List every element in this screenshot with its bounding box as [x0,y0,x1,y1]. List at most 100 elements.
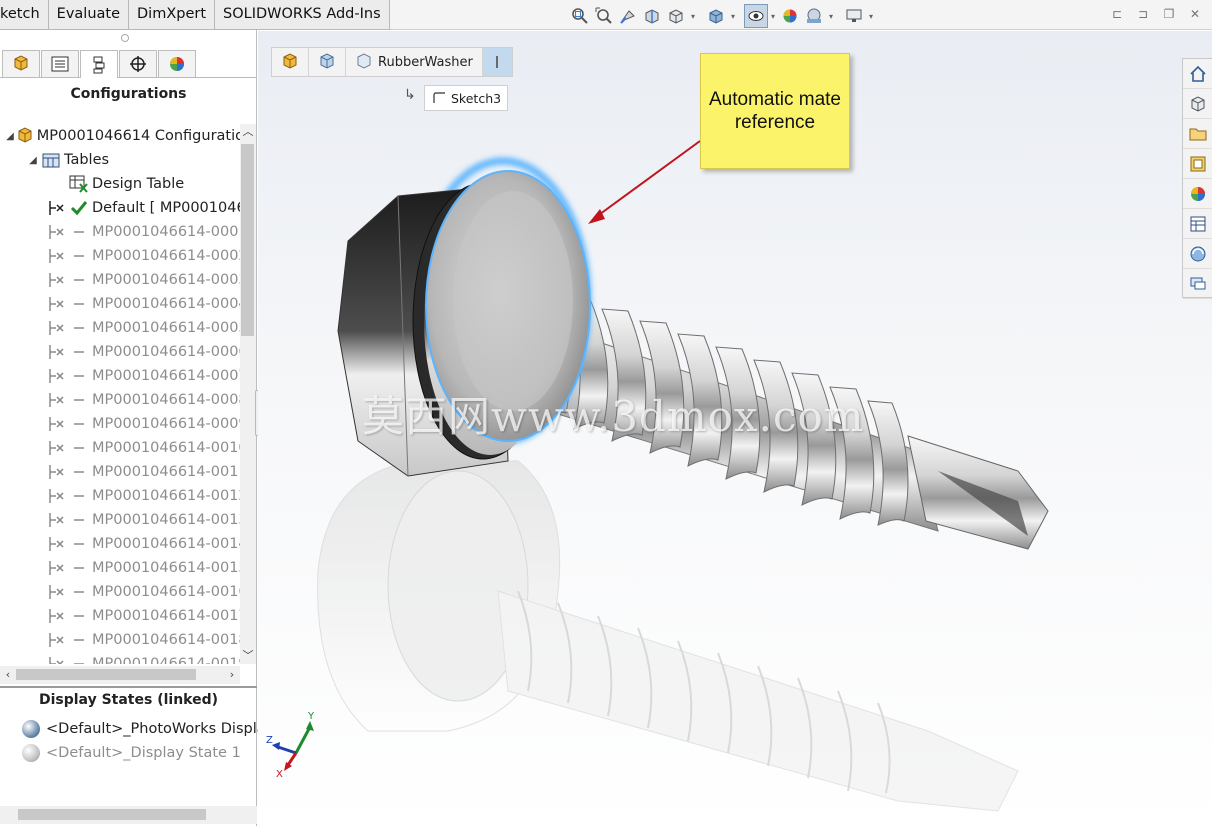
feature-manager-tab-icon[interactable] [2,50,40,77]
scroll-thumb[interactable] [16,669,196,680]
configuration-manager-tab-icon[interactable] [80,50,118,78]
tree-default-config[interactable]: Default [ MP00010460 [46,196,240,220]
callout-note[interactable]: Automatic mate reference [700,53,850,169]
configuration-icon [46,630,68,650]
tree-config-item[interactable]: MP0001046614-0012 [46,484,240,508]
scroll-up-icon[interactable]: ︿ [240,124,256,140]
tree-config-label: MP0001046614-0012 [92,488,240,504]
tables-folder-icon [40,150,62,170]
tree-tables[interactable]: ◢ Tables [26,148,240,172]
tree-config-label: MP0001046614-0016 [92,584,240,600]
tree-config-item[interactable]: MP0001046614-0017 [46,604,240,628]
tree-design-table[interactable]: Design Table [68,172,240,196]
panel-splitter[interactable] [0,686,257,688]
zoom-to-fit-icon[interactable] [568,4,592,28]
scroll-down-icon[interactable]: ﹀ [240,648,256,664]
chevron-down-icon[interactable]: ▾ [866,4,876,28]
view-orientation-icon[interactable] [664,4,688,28]
scroll-right-icon[interactable]: › [224,666,240,684]
reference-triad[interactable]: Y Z X [266,711,324,781]
inactive-dash-icon [68,534,90,554]
forum-icon[interactable] [1183,269,1212,299]
display-state-label: <Default>_PhotoWorks Display [46,721,275,737]
scroll-thumb[interactable] [241,144,254,336]
hide-show-items-icon[interactable] [744,4,768,28]
display-states-horizontal-scrollbar[interactable] [0,806,257,824]
file-explorer-icon[interactable] [1183,119,1212,149]
display-state-item[interactable]: <Default>_PhotoWorks Display [22,718,274,740]
tree-config-item[interactable]: MP0001046614-0008 [46,388,240,412]
scroll-left-icon[interactable]: ‹ [0,666,16,684]
tree-config-item[interactable]: MP0001046614-0001 [46,220,240,244]
restore-icon[interactable]: ❐ [1160,5,1178,23]
panel-grip[interactable] [121,34,129,42]
tree-config-label: MP0001046614-0003 [92,272,240,288]
tree-config-item[interactable]: MP0001046614-0009 [46,412,240,436]
command-manager: ketch Evaluate DimXpert SOLIDWORKS Add-I… [0,0,1212,30]
display-manager-tab-icon[interactable] [158,50,196,77]
property-manager-tab-icon[interactable] [41,50,79,77]
tree-config-label: MP0001046614-0007 [92,368,240,384]
scroll-thumb[interactable] [18,809,206,820]
inactive-dash-icon [68,510,90,530]
view-palette-icon[interactable] [1183,149,1212,179]
tree-config-item[interactable]: MP0001046614-0016 [46,580,240,604]
tree-config-item[interactable]: MP0001046614-0014 [46,532,240,556]
section-view-icon[interactable] [640,4,664,28]
graphics-area[interactable]: RubberWasher ↳ Sketch3 莫西网www.3dmox.com … [258,31,1212,826]
zoom-to-area-icon[interactable] [592,4,616,28]
tab-dimxpert[interactable]: DimXpert [129,0,216,30]
tree-config-label: MP0001046614-0001 [92,224,240,240]
inactive-dash-icon [68,366,90,386]
display-state-item[interactable]: <Default>_Display State 1 [22,742,241,764]
tree-root[interactable]: ◢ MP0001046614 Configuratio [4,124,240,148]
display-states-title: Display States (linked) [38,692,219,708]
display-style-icon[interactable] [704,4,728,28]
configuration-icon [46,414,68,434]
tab-sketch[interactable]: ketch [0,0,49,30]
tree-config-item[interactable]: MP0001046614-0013 [46,508,240,532]
previous-view-icon[interactable] [616,4,640,28]
dimxpert-manager-tab-icon[interactable] [119,50,157,77]
close-icon[interactable]: ✕ [1186,5,1204,23]
chevron-down-icon[interactable]: ▾ [768,4,778,28]
tree-config-item[interactable]: MP0001046614-0015 [46,556,240,580]
tree-config-item[interactable]: MP0001046614-0011 [46,460,240,484]
tree-config-item[interactable]: MP0001046614-0018 [46,628,240,652]
tile-left-icon[interactable]: ⊏ [1108,5,1126,23]
chevron-down-icon[interactable]: ▾ [688,4,698,28]
apply-scene-icon[interactable] [802,4,826,28]
collapse-arrow-icon[interactable]: ◢ [26,155,40,166]
chevron-down-icon[interactable]: ▾ [826,4,836,28]
tree-config-item[interactable]: MP0001046614-0004 [46,292,240,316]
configuration-icon [46,582,68,602]
home-icon[interactable] [1183,59,1212,89]
chevron-down-icon[interactable]: ▾ [728,4,738,28]
inactive-dash-icon [68,630,90,650]
design-library-icon[interactable] [1183,89,1212,119]
tab-addins[interactable]: SOLIDWORKS Add-Ins [215,0,390,30]
tree-vertical-scrollbar[interactable]: ︿ ﹀ [240,124,256,664]
tree-config-item[interactable]: MP0001046614-0002 [46,244,240,268]
panel-title: Configurations [70,86,187,102]
appearances-icon[interactable] [1183,179,1212,209]
tile-right-icon[interactable]: ⊐ [1134,5,1152,23]
configuration-icon [46,510,68,530]
tree-config-item[interactable]: MP0001046614-0006 [46,340,240,364]
tab-evaluate[interactable]: Evaluate [48,0,129,30]
tree-config-label: MP0001046614-0018 [92,632,240,648]
display-state-label: <Default>_Display State 1 [46,745,241,761]
collapse-arrow-icon[interactable]: ◢ [4,131,16,142]
tree-horizontal-scrollbar[interactable]: ‹ › [0,666,240,684]
panel-tabs [0,50,257,78]
tree-config-item[interactable]: MP0001046614-0010 [46,436,240,460]
tree-config-item[interactable]: MP0001046614-0019 [46,652,240,664]
edit-appearance-icon[interactable] [778,4,802,28]
tree-config-item[interactable]: MP0001046614-0007 [46,364,240,388]
tree-config-item[interactable]: MP0001046614-0005 [46,316,240,340]
tree-config-item[interactable]: MP0001046614-0003 [46,268,240,292]
view-settings-icon[interactable] [842,4,866,28]
solidworks-resources-icon[interactable] [1183,239,1212,269]
custom-properties-icon[interactable] [1183,209,1212,239]
configuration-icon [46,342,68,362]
